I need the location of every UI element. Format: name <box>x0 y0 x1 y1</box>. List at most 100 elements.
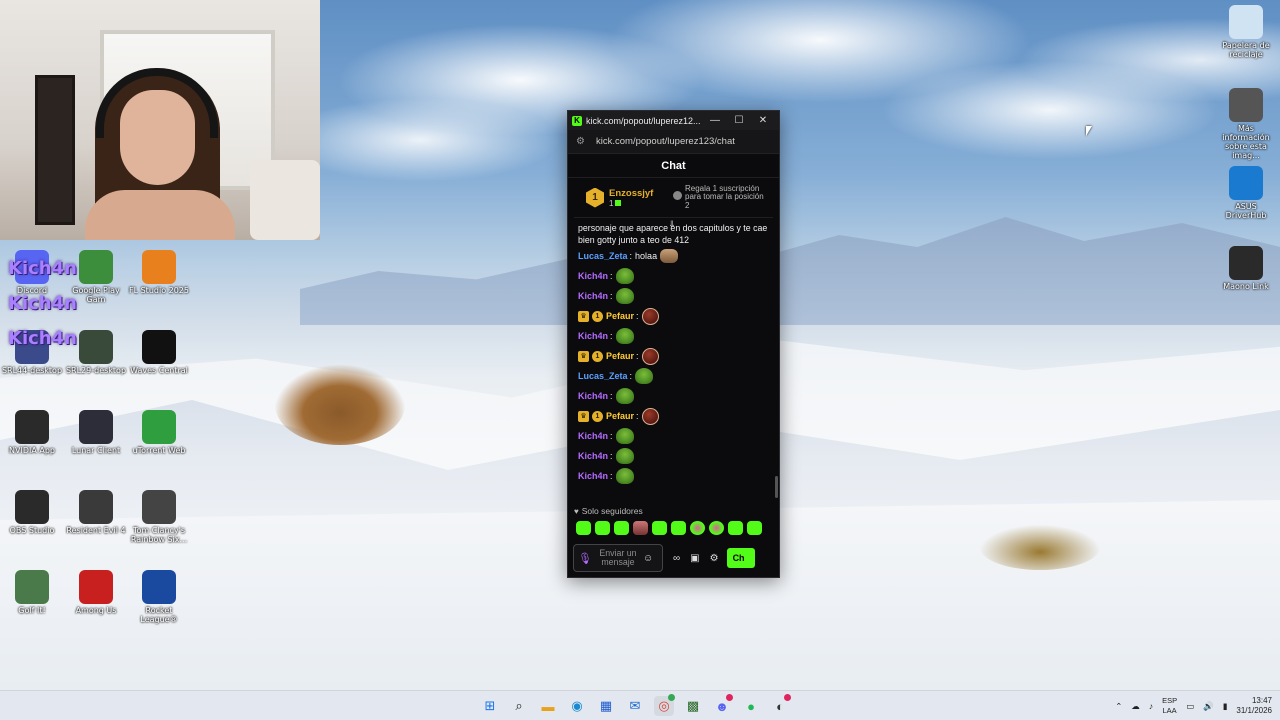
desktop-shortcut[interactable]: Más información sobre esta imag... <box>1214 88 1278 160</box>
file-explorer-icon[interactable]: ▬ <box>538 696 558 716</box>
network-status-icon[interactable]: ☁ <box>1131 701 1140 712</box>
window-titlebar[interactable]: K kick.com/popout/luperez12... — ☐ ✕ <box>568 111 779 130</box>
chat-message[interactable]: Kich4n: <box>578 266 769 286</box>
minecraft-launcher-icon[interactable]: ▩ <box>683 696 703 716</box>
desktop-shortcut[interactable]: Among Us <box>64 570 128 615</box>
chat-message[interactable]: Kich4n: <box>578 426 769 446</box>
kick-chat-popout-window[interactable]: K kick.com/popout/luperez12... — ☐ ✕ ⚙ k… <box>567 110 780 578</box>
desktop-shortcut[interactable]: Waves Central <box>127 330 191 375</box>
notification-dot <box>726 694 733 701</box>
emote-icon[interactable] <box>652 521 667 535</box>
chat-username[interactable]: Lucas_Zeta <box>578 251 628 261</box>
scroll-to-bottom-icon[interactable]: ⇓ <box>668 219 676 230</box>
desktop-shortcut[interactable]: FL Studio 2025 <box>127 250 191 295</box>
chat-username[interactable]: Kich4n <box>578 331 608 341</box>
channel-points-icon[interactable]: ∞ <box>673 553 680 564</box>
chat-message-input[interactable]: 🎙 Enviar un mensaje ☺ <box>573 544 663 572</box>
emote-icon[interactable] <box>633 521 648 535</box>
desktop-shortcut[interactable]: Golf It! <box>0 570 64 615</box>
chat-message[interactable]: Kich4n: <box>578 326 769 346</box>
chevron-up-icon[interactable]: ⌃ <box>1115 701 1122 712</box>
battery-icon[interactable]: ▮ <box>1223 701 1228 712</box>
obs-taskbar-icon[interactable]: ◐ <box>770 694 791 716</box>
desktop-shortcut[interactable]: Resident Evil 4 <box>64 490 128 535</box>
quick-emote-row[interactable] <box>576 521 762 535</box>
microphone-tray-icon[interactable]: ♪ <box>1149 701 1153 711</box>
chat-message[interactable]: ♛ 1 Pefaur: <box>578 406 769 426</box>
minimize-icon[interactable]: — <box>703 115 727 126</box>
settings-gear-icon[interactable]: ⚙ <box>710 553 719 564</box>
close-icon[interactable]: ✕ <box>751 115 775 126</box>
emote-icon[interactable] <box>690 521 705 535</box>
desktop-shortcut[interactable]: Papelera de reciclaje <box>1214 5 1278 59</box>
chrome-icon[interactable]: ◎ <box>654 694 675 716</box>
emote-icon[interactable] <box>728 521 743 535</box>
chat-message[interactable]: Kich4n: <box>578 446 769 466</box>
desktop-shortcut[interactable]: Tom Clancy's Rainbow Six... <box>127 490 191 544</box>
desktop-shortcut[interactable]: Maono Link <box>1214 246 1278 291</box>
chat-username[interactable]: Pefaur <box>606 311 634 321</box>
microphone-icon[interactable]: 🎙 <box>578 552 592 565</box>
desktop-shortcut-label: OBS Studio <box>9 526 55 535</box>
desktop-shortcut[interactable]: Lunar Client <box>64 410 128 455</box>
chat-message[interactable]: Kich4n: <box>578 386 769 406</box>
chat-separator: : <box>636 351 639 361</box>
chat-username[interactable]: Pefaur <box>606 411 634 421</box>
chat-separator: : <box>610 271 613 281</box>
chat-username[interactable]: Pefaur <box>606 351 634 361</box>
obs-icon <box>15 490 49 524</box>
emoji-picker-icon[interactable]: ☺ <box>643 553 653 564</box>
asus-driverhub-icon <box>1229 166 1263 200</box>
pinned-gifter[interactable]: 1 Enzossjyf 1 Regala 1 suscripción para … <box>574 182 773 218</box>
nvidia-icon <box>15 410 49 444</box>
chat-username[interactable]: Kich4n <box>578 271 608 281</box>
chat-message[interactable]: Lucas_Zeta: holaa <box>578 246 769 266</box>
search-icon[interactable]: ⌕ <box>509 696 529 716</box>
emote-icon[interactable] <box>671 521 686 535</box>
desktop-shortcut[interactable]: Rocket League® <box>127 570 191 624</box>
chat-separator: : <box>610 391 613 401</box>
chat-username[interactable]: Lucas_Zeta <box>578 371 628 381</box>
chat-message[interactable]: ♛ 1 Pefaur: <box>578 346 769 366</box>
volume-icon[interactable]: 🔊 <box>1203 701 1214 712</box>
display-icon[interactable]: ▭ <box>1186 701 1194 712</box>
emote-icon[interactable] <box>576 521 591 535</box>
chat-send-button[interactable]: Ch <box>726 548 755 568</box>
chat-message[interactable]: Kich4n: <box>578 466 769 486</box>
discord-taskbar-icon[interactable]: ☻ <box>712 694 733 716</box>
store-icon[interactable]: ▣ <box>690 553 699 564</box>
language-indicator[interactable]: ESP LAA <box>1162 696 1177 716</box>
site-settings-icon[interactable]: ⚙ <box>576 136 588 147</box>
maximize-icon[interactable]: ☐ <box>727 115 751 126</box>
desktop-shortcut[interactable]: uTorrent Web <box>127 410 191 455</box>
chat-username[interactable]: Kich4n <box>578 431 608 441</box>
desktop-shortcut[interactable]: NVIDIA App <box>0 410 64 455</box>
chat-message[interactable]: Lucas_Zeta: <box>578 366 769 386</box>
chat-username[interactable]: Kich4n <box>578 471 608 481</box>
emote-icon[interactable] <box>614 521 629 535</box>
emote-icon[interactable] <box>595 521 610 535</box>
outlook-icon[interactable]: ✉ <box>625 696 645 716</box>
chat-message[interactable]: ♛ 1 Pefaur: <box>578 306 769 326</box>
address-bar[interactable]: ⚙ kick.com/popout/luperez123/chat <box>568 130 779 154</box>
microsoft-store-icon[interactable]: ▦ <box>596 696 616 716</box>
gift-prompt[interactable]: Regala 1 suscripción para tomar la posic… <box>673 184 767 211</box>
chat-separator: : <box>636 411 639 421</box>
spotify-icon[interactable]: ● <box>741 696 761 716</box>
edge-browser-icon[interactable]: ◉ <box>567 696 587 716</box>
desktop-shortcut[interactable]: OBS Studio <box>0 490 64 535</box>
emote-icon[interactable] <box>709 521 724 535</box>
wallpaper-bush <box>275 365 405 445</box>
desktop-shortcut-label: Maono Link <box>1223 282 1269 291</box>
windows-start-icon[interactable]: ⊞ <box>480 696 500 716</box>
chat-message[interactable]: Kich4n: <box>578 286 769 306</box>
chat-username[interactable]: Kich4n <box>578 391 608 401</box>
emote-icon[interactable] <box>747 521 762 535</box>
chat-username[interactable]: Kich4n <box>578 291 608 301</box>
chat-scrollbar[interactable] <box>775 476 778 498</box>
golf-it-icon <box>15 570 49 604</box>
clock[interactable]: 13:47 31/1/2026 <box>1236 696 1272 716</box>
chat-messages[interactable]: ⇓ personaje que aparece en dos capitulos… <box>568 219 779 486</box>
desktop-shortcut[interactable]: ASUS DriverHub <box>1214 166 1278 220</box>
chat-username[interactable]: Kich4n <box>578 451 608 461</box>
